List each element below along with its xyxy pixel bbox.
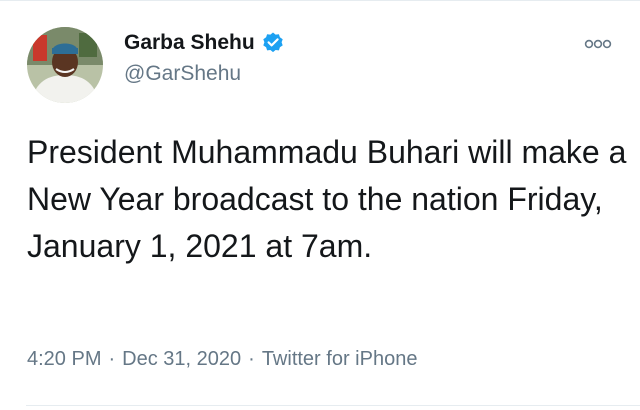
avatar[interactable] <box>27 27 103 103</box>
tweet-meta: 4:20 PM · Dec 31, 2020 · Twitter for iPh… <box>27 344 417 374</box>
top-divider <box>0 0 640 1</box>
bottom-divider <box>26 405 640 406</box>
tweet-date[interactable]: Dec 31, 2020 <box>122 348 241 371</box>
profile-photo-icon <box>27 27 103 103</box>
tweet-text: President Muhammadu Buhari will make a N… <box>27 134 627 264</box>
verified-badge-icon <box>261 31 285 55</box>
author-handle[interactable]: @GarShehu <box>124 62 241 86</box>
meta-separator: · <box>248 347 255 370</box>
author-display-name[interactable]: Garba Shehu <box>124 31 255 55</box>
meta-separator: · <box>108 347 116 370</box>
author-name-row[interactable]: Garba Shehu <box>124 28 285 58</box>
tweet-time[interactable]: 4:20 PM <box>27 348 101 371</box>
more-options-icon[interactable] <box>584 37 612 49</box>
tweet-source-link[interactable]: Twitter for iPhone <box>262 348 418 371</box>
